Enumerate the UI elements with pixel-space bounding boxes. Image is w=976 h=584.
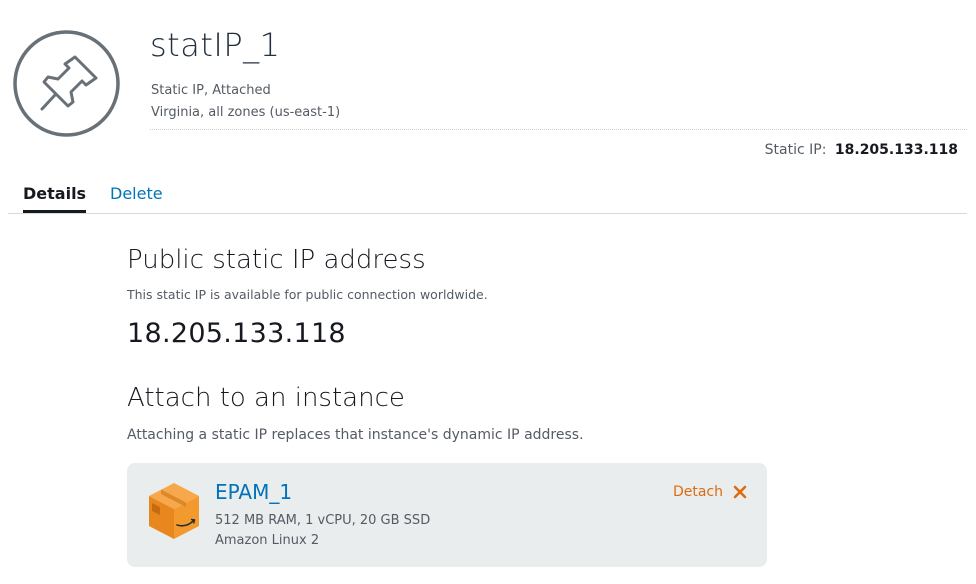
header-divider <box>150 129 967 130</box>
public-ip-value: 18.205.133.118 <box>127 318 346 349</box>
status-text: Static IP, Attached <box>151 83 271 98</box>
instance-name-link[interactable]: EPAM_1 <box>215 480 292 504</box>
region-text: Virginia, all zones (us-east-1) <box>151 105 341 120</box>
tab-details[interactable]: Details <box>23 183 87 213</box>
tab-delete[interactable]: Delete <box>110 183 163 213</box>
static-ip-label: Static IP: <box>764 142 827 158</box>
detach-label: Detach <box>672 484 723 500</box>
resource-subtitle: Static IP, Attached Virginia, all zones … <box>151 80 340 124</box>
attach-description: Attaching a static IP replaces that inst… <box>127 427 584 443</box>
attached-instance-card: EPAM_1 512 MB RAM, 1 vCPU, 20 GB SSD Ama… <box>127 463 767 567</box>
static-ip-summary: Static IP: 18.205.133.118 <box>765 142 958 158</box>
close-icon <box>733 485 747 499</box>
public-ip-heading: Public static IP address <box>127 245 426 275</box>
attach-heading: Attach to an instance <box>127 383 405 413</box>
static-ip-value: 18.205.133.118 <box>834 142 958 158</box>
instance-box-icon <box>147 481 201 541</box>
page-title: statIP_1 <box>150 26 281 64</box>
tab-bar: Details Delete <box>8 183 967 214</box>
detach-button[interactable]: Detach <box>673 484 747 500</box>
pushpin-icon <box>13 30 120 137</box>
public-ip-description: This static IP is available for public c… <box>127 287 488 302</box>
instance-specs: 512 MB RAM, 1 vCPU, 20 GB SSD <box>215 513 431 528</box>
instance-os: Amazon Linux 2 <box>215 533 320 548</box>
